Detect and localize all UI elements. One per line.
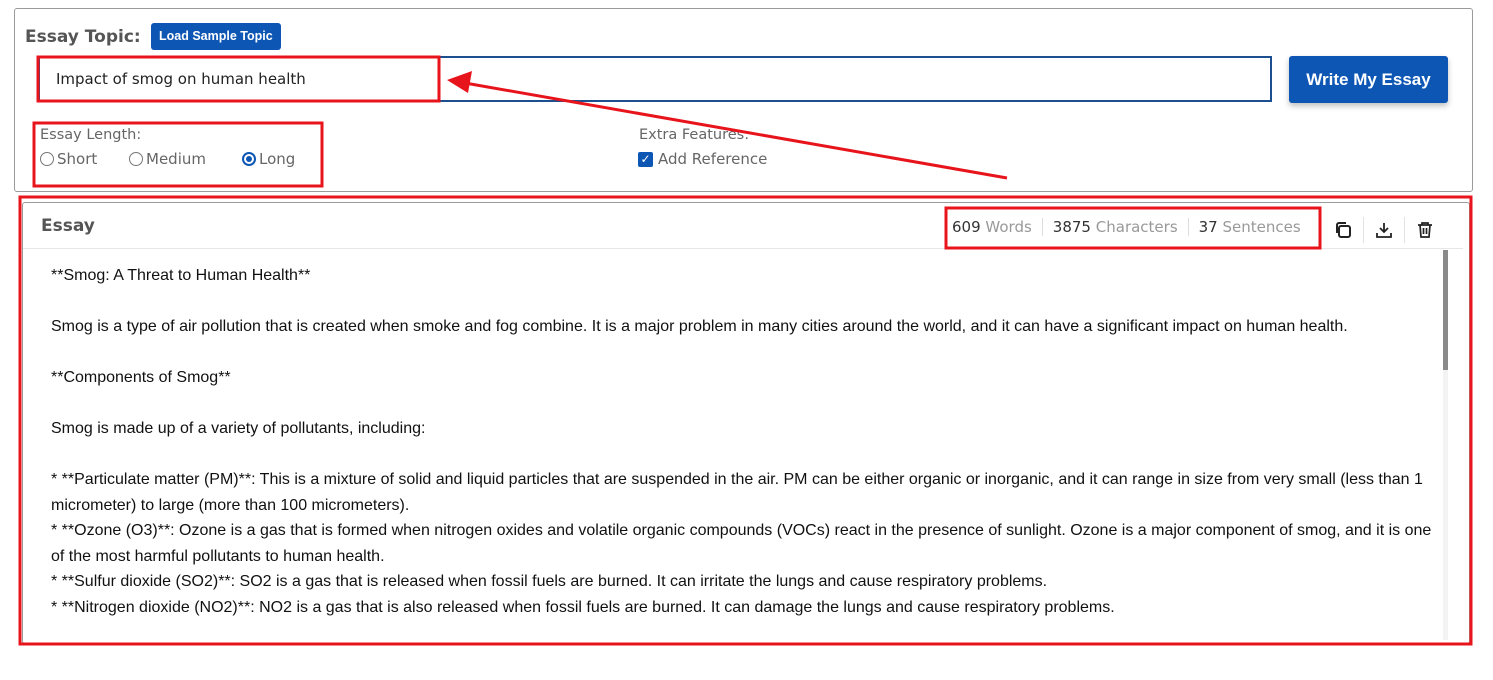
essay-stats: 609 Words 3875 Characters 37 Sentences	[948, 218, 1311, 236]
sentence-count: 37 Sentences	[1187, 218, 1311, 236]
essay-title: Essay	[41, 216, 95, 236]
radio-label: Medium	[146, 150, 206, 168]
topic-label: Essay Topic:	[25, 27, 141, 47]
divider	[23, 248, 1463, 249]
radio-selected-icon	[242, 152, 256, 166]
essay-line: * **Nitrogen dioxide (NO2)**: NO2 is a g…	[51, 598, 1115, 616]
essay-line: * **Ozone (O3)**: Ozone is a gas that is…	[51, 522, 1432, 565]
essay-line: **Components of Smog**	[51, 369, 231, 386]
essay-line: Smog is a type of air pollution that is …	[51, 318, 1348, 335]
radio-label: Long	[259, 150, 296, 168]
essay-length-label: Essay Length:	[40, 127, 142, 143]
radio-icon	[129, 152, 143, 166]
copy-icon	[1336, 222, 1351, 238]
character-count: 3875 Characters	[1041, 218, 1188, 236]
write-my-essay-button[interactable]: Write My Essay	[1289, 56, 1448, 103]
essay-panel: Essay 609 Words 3875 Characters 37 Sente…	[22, 202, 1470, 644]
download-icon	[1376, 223, 1392, 238]
delete-button[interactable]	[1404, 217, 1445, 243]
radio-medium[interactable]: Medium	[129, 150, 206, 168]
essay-line	[51, 289, 1441, 315]
extra-features-label: Extra Features:	[639, 127, 750, 143]
essay-line: * **Sulfur dioxide (SO2)**: SO2 is a gas…	[51, 573, 1048, 590]
essay-line: Smog is made up of a variety of pollutan…	[51, 420, 426, 437]
checkmark-icon: ✓	[638, 151, 653, 167]
load-sample-topic-button[interactable]: Load Sample Topic	[151, 23, 281, 50]
add-reference-checkbox[interactable]: ✓ Add Reference	[638, 150, 767, 168]
trash-icon	[1418, 222, 1432, 238]
radio-short[interactable]: Short	[40, 150, 97, 168]
essay-line	[51, 340, 1441, 366]
scrollbar-thumb[interactable]	[1443, 250, 1448, 370]
scrollbar[interactable]	[1443, 250, 1448, 640]
essay-line	[51, 391, 1441, 417]
radio-label: Short	[57, 150, 98, 168]
word-count: 609 Words	[952, 218, 1032, 236]
essay-text[interactable]: **Smog: A Threat to Human Health** Smog i…	[51, 263, 1441, 641]
checkbox-label: Add Reference	[658, 150, 768, 168]
essay-line	[51, 442, 1441, 468]
topic-input[interactable]	[38, 56, 1272, 102]
radio-icon	[40, 152, 54, 166]
download-button[interactable]	[1363, 217, 1404, 243]
essay-line: * **Particulate matter (PM)**: This is a…	[51, 471, 1423, 514]
radio-long[interactable]: Long	[242, 150, 295, 168]
copy-button[interactable]	[1323, 217, 1363, 243]
essay-line: **Smog: A Threat to Human Health**	[51, 267, 311, 284]
